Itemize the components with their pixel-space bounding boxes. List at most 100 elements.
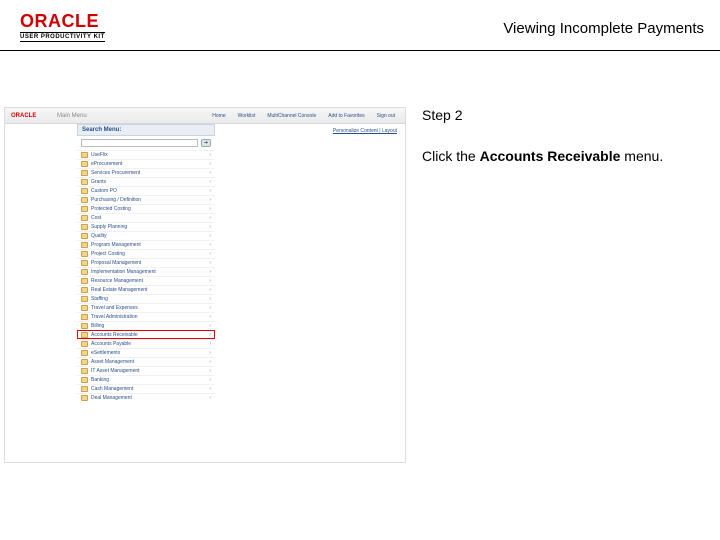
personalize-content-link[interactable]: Personalize Content | Layout — [333, 128, 397, 134]
link-worklist[interactable]: Worklist — [238, 113, 256, 119]
folder-icon — [81, 242, 88, 248]
screenshot-thumbnail-wrap: ORACLE Main Menu Home Worklist MultiChan… — [0, 51, 406, 463]
menu-search-input[interactable] — [81, 139, 198, 147]
chevron-right-icon: › — [209, 260, 211, 266]
chevron-right-icon: › — [209, 269, 211, 275]
link-home[interactable]: Home — [212, 113, 225, 119]
folder-icon — [81, 314, 88, 320]
menu-item[interactable]: Proposal Management› — [77, 258, 215, 267]
folder-icon — [81, 332, 88, 338]
folder-icon — [81, 224, 88, 230]
menu-item-label: Project Costing — [91, 251, 125, 257]
chevron-right-icon: › — [209, 161, 211, 167]
menu-item[interactable]: Project Costing › — [77, 249, 215, 258]
menu-item[interactable]: Quality › — [77, 231, 215, 240]
chevron-right-icon: › — [209, 188, 211, 194]
chevron-right-icon: › — [209, 350, 211, 356]
menu-item[interactable]: Grants› — [77, 177, 215, 186]
menu-item[interactable]: Resource Management› — [77, 276, 215, 285]
chevron-right-icon: › — [209, 170, 211, 176]
top-links: Home Worklist MultiChannel Console Add t… — [212, 113, 405, 119]
menu-item-label: Protected Costing — [91, 206, 131, 212]
folder-icon — [81, 269, 88, 275]
oracle-wordmark: ORACLE — [20, 12, 105, 30]
menu-item[interactable]: Supply Planning› — [77, 222, 215, 231]
menu-item[interactable]: Implementation Management › — [77, 267, 215, 276]
folder-icon — [81, 287, 88, 293]
menu-search-row: ➔ — [77, 136, 215, 150]
folder-icon — [81, 233, 88, 239]
step-text: Click the Accounts Receivable menu. — [422, 147, 700, 167]
menu-item[interactable]: Banking› — [77, 375, 215, 384]
main-menu-dropdown[interactable]: Main Menu — [53, 113, 87, 119]
menu-item-accounts-receivable[interactable]: Accounts Receivable› — [77, 330, 215, 339]
menu-item[interactable]: Real Estate Management › — [77, 285, 215, 294]
chevron-right-icon: › — [209, 233, 211, 239]
menu-item-label: Quality — [91, 233, 107, 239]
chevron-right-icon: › — [209, 206, 211, 212]
menu-item-label: Real Estate Management — [91, 287, 147, 293]
instruction-panel: Step 2 Click the Accounts Receivable men… — [406, 51, 720, 463]
menu-item[interactable]: Billing› — [77, 321, 215, 330]
chevron-right-icon: › — [209, 152, 211, 158]
folder-icon — [81, 395, 88, 401]
menu-item[interactable]: Cash Management › — [77, 384, 215, 393]
menu-item-label: Cash Management — [91, 386, 133, 392]
chevron-right-icon: › — [209, 323, 211, 329]
folder-icon — [81, 278, 88, 284]
header: ORACLE USER PRODUCTIVITY KIT Viewing Inc… — [0, 0, 720, 46]
folder-icon — [81, 305, 88, 311]
menu-item-label: eProcurement — [91, 161, 122, 167]
chevron-right-icon: › — [209, 251, 211, 257]
menu-item-label: Supply Planning — [91, 224, 127, 230]
menu-item-label: Implementation Management — [91, 269, 156, 275]
link-multichannel[interactable]: MultiChannel Console — [267, 113, 316, 119]
menu-item-label: Program Management — [91, 242, 141, 248]
folder-icon — [81, 188, 88, 194]
menu-item[interactable]: Deal Management› — [77, 393, 215, 402]
menu-item[interactable]: Accounts Payable› — [77, 339, 215, 348]
mini-oracle-logo: ORACLE — [5, 113, 53, 119]
menu-item-label: Travel and Expenses — [91, 305, 138, 311]
menu-item-label: Services Procurement — [91, 170, 140, 176]
menu-search-go-button[interactable]: ➔ — [201, 139, 211, 147]
step-text-before: Click the — [422, 148, 480, 164]
chevron-right-icon: › — [209, 287, 211, 293]
app-body: Search Menu: ➔ UseFlix›eProcurement›Serv… — [5, 124, 405, 462]
link-favorites[interactable]: Add to Favorites — [328, 113, 364, 119]
chevron-right-icon: › — [209, 215, 211, 221]
chevron-right-icon: › — [209, 305, 211, 311]
menu-item[interactable]: IT Asset Management› — [77, 366, 215, 375]
menu-list: UseFlix›eProcurement›Services Procuremen… — [77, 150, 215, 402]
menu-item[interactable]: Staffing› — [77, 294, 215, 303]
menu-item[interactable]: Protected Costing › — [77, 204, 215, 213]
chevron-right-icon: › — [209, 314, 211, 320]
menu-item[interactable]: Cost› — [77, 213, 215, 222]
menu-item-label: Banking — [91, 377, 109, 383]
menu-item[interactable]: Services Procurement › — [77, 168, 215, 177]
folder-icon — [81, 350, 88, 356]
menu-item[interactable]: Custom PO › — [77, 186, 215, 195]
app-left-gutter — [5, 124, 77, 462]
link-signout[interactable]: Sign out — [377, 113, 395, 119]
menu-item-label: Custom PO — [91, 188, 117, 194]
chevron-right-icon: › — [209, 395, 211, 401]
folder-icon — [81, 197, 88, 203]
menu-item[interactable]: eSettlements› — [77, 348, 215, 357]
menu-item[interactable]: Travel and Expenses › — [77, 303, 215, 312]
menu-item[interactable]: Asset Management› — [77, 357, 215, 366]
chevron-right-icon: › — [209, 386, 211, 392]
folder-icon — [81, 323, 88, 329]
menu-item[interactable]: Program Management› — [77, 240, 215, 249]
menu-item-label: UseFlix — [91, 152, 108, 158]
folder-icon — [81, 341, 88, 347]
menu-item[interactable]: Purchasing / Definition› — [77, 195, 215, 204]
page-title: Viewing Incomplete Payments — [503, 12, 704, 37]
chevron-right-icon: › — [209, 179, 211, 185]
folder-icon — [81, 296, 88, 302]
chevron-right-icon: › — [209, 197, 211, 203]
menu-item[interactable]: UseFlix › — [77, 150, 215, 159]
menu-item[interactable]: Travel Administration› — [77, 312, 215, 321]
chevron-right-icon: › — [209, 296, 211, 302]
menu-item[interactable]: eProcurement › — [77, 159, 215, 168]
